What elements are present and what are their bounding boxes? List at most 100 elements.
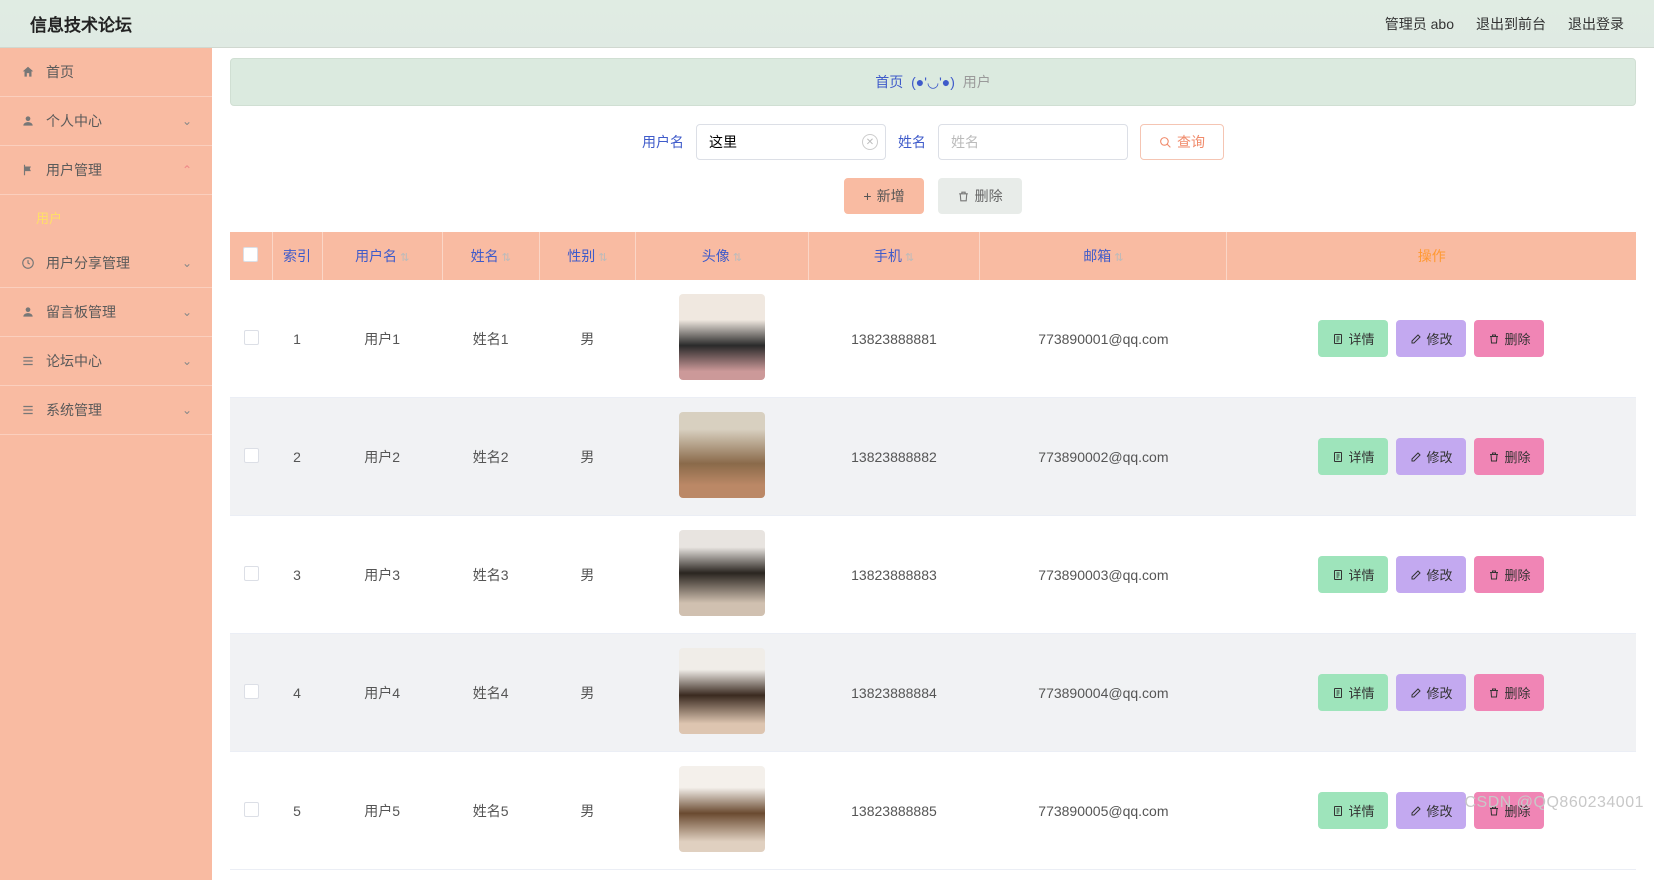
table-row: 5 用户5 姓名5 男 13823888885 773890005@qq.com… [230,752,1636,870]
row-checkbox[interactable] [244,566,259,581]
name-input[interactable] [938,124,1128,160]
admin-link[interactable]: 管理员 abo [1385,14,1454,34]
row-delete-button[interactable]: 删除 [1474,320,1544,357]
row-delete-button[interactable]: 删除 [1474,438,1544,475]
cell-index: 4 [272,634,322,752]
col-phone[interactable]: 手机⇅ [808,232,980,280]
trash-icon [1488,687,1500,699]
edit-button[interactable]: 修改 [1396,320,1466,357]
col-avatar[interactable]: 头像⇅ [636,232,808,280]
trash-icon [1488,451,1500,463]
col-index[interactable]: 索引 [272,232,322,280]
sidebar-label: 系统管理 [46,400,102,420]
cell-avatar [636,516,808,634]
col-username[interactable]: 用户名⇅ [322,232,442,280]
username-input[interactable] [696,124,886,160]
detail-button[interactable]: 详情 [1318,320,1388,357]
cell-phone: 13823888883 [808,516,980,634]
cell-phone: 13823888881 [808,280,980,398]
detail-button[interactable]: 详情 [1318,674,1388,711]
add-button[interactable]: + 新增 [844,178,923,214]
cell-gender: 男 [539,280,636,398]
sidebar-subitem-user[interactable]: 用户 [0,195,212,239]
sort-icon: ⇅ [733,252,742,264]
cell-email: 773890004@qq.com [980,634,1227,752]
row-checkbox[interactable] [244,330,259,345]
sidebar-label: 个人中心 [46,111,102,131]
cell-gender: 男 [539,752,636,870]
row-delete-button[interactable]: 删除 [1474,556,1544,593]
cell-index: 2 [272,398,322,516]
chevron-down-icon: ⌄ [182,114,192,128]
cell-avatar [636,280,808,398]
user-icon [20,113,36,129]
cell-gender: 男 [539,634,636,752]
detail-button[interactable]: 详情 [1318,556,1388,593]
trash-icon [1488,805,1500,817]
edit-icon [1410,687,1422,699]
delete-button[interactable]: 删除 [938,178,1022,214]
cell-index: 3 [272,516,322,634]
breadcrumb-separator: (●'◡'●) [911,74,955,90]
col-gender[interactable]: 性别⇅ [539,232,636,280]
cell-name: 姓名4 [442,634,539,752]
edit-button[interactable]: 修改 [1396,674,1466,711]
chevron-down-icon: ⌄ [182,305,192,319]
edit-button[interactable]: 修改 [1396,556,1466,593]
cell-username: 用户1 [322,280,442,398]
row-checkbox[interactable] [244,802,259,817]
sidebar-item-user-mgmt[interactable]: 用户管理 ⌃ [0,146,212,195]
detail-button[interactable]: 详情 [1318,438,1388,475]
sort-icon: ⇅ [400,252,409,264]
avatar [679,294,765,380]
sidebar-label: 用户分享管理 [46,253,130,273]
breadcrumb: 首页 (●'◡'●) 用户 [230,58,1636,106]
table-row: 2 用户2 姓名2 男 13823888882 773890002@qq.com… [230,398,1636,516]
doc-icon [1332,687,1344,699]
row-delete-button[interactable]: 删除 [1474,792,1544,829]
select-all-checkbox[interactable] [243,247,258,262]
col-name[interactable]: 姓名⇅ [442,232,539,280]
clock-icon [20,255,36,271]
sidebar-item-forum[interactable]: 论坛中心 ⌄ [0,337,212,386]
edit-button[interactable]: 修改 [1396,792,1466,829]
cell-avatar [636,634,808,752]
cell-ops: 详情 修改 删除 [1227,398,1636,516]
sidebar-item-profile[interactable]: 个人中心 ⌄ [0,97,212,146]
chevron-down-icon: ⌄ [182,256,192,270]
cell-username: 用户3 [322,516,442,634]
detail-button[interactable]: 详情 [1318,792,1388,829]
edit-button[interactable]: 修改 [1396,438,1466,475]
user-table: 索引 用户名⇅ 姓名⇅ 性别⇅ 头像⇅ 手机⇅ 邮箱⇅ 操作 1 用户1 姓名1… [230,232,1636,870]
row-checkbox[interactable] [244,448,259,463]
breadcrumb-home[interactable]: 首页 [875,74,903,90]
edit-icon [1410,569,1422,581]
doc-icon [1332,333,1344,345]
sidebar-item-system[interactable]: 系统管理 ⌄ [0,386,212,435]
col-email[interactable]: 邮箱⇅ [980,232,1227,280]
list-icon [20,402,36,418]
cell-username: 用户2 [322,398,442,516]
sidebar-item-home[interactable]: 首页 [0,48,212,97]
main-content: 首页 (●'◡'●) 用户 用户名 ✕ 姓名 查询 + 新增 [212,48,1654,880]
flag-icon [20,162,36,178]
exit-front-link[interactable]: 退出到前台 [1476,14,1546,34]
header: 信息技术论坛 管理员 abo 退出到前台 退出登录 [0,0,1654,48]
sidebar-item-board-mgmt[interactable]: 留言板管理 ⌄ [0,288,212,337]
app-title: 信息技术论坛 [30,11,132,36]
edit-icon [1410,451,1422,463]
row-checkbox[interactable] [244,684,259,699]
chevron-down-icon: ⌄ [182,403,192,417]
logout-link[interactable]: 退出登录 [1568,14,1624,34]
search-button[interactable]: 查询 [1140,124,1224,160]
col-ops: 操作 [1227,232,1636,280]
sidebar-item-share-mgmt[interactable]: 用户分享管理 ⌄ [0,239,212,288]
table-row: 1 用户1 姓名1 男 13823888881 773890001@qq.com… [230,280,1636,398]
cell-gender: 男 [539,516,636,634]
cell-name: 姓名1 [442,280,539,398]
cell-username: 用户5 [322,752,442,870]
sort-icon: ⇅ [1114,252,1123,264]
header-right: 管理员 abo 退出到前台 退出登录 [1385,14,1624,34]
clear-icon[interactable]: ✕ [862,134,878,150]
row-delete-button[interactable]: 删除 [1474,674,1544,711]
